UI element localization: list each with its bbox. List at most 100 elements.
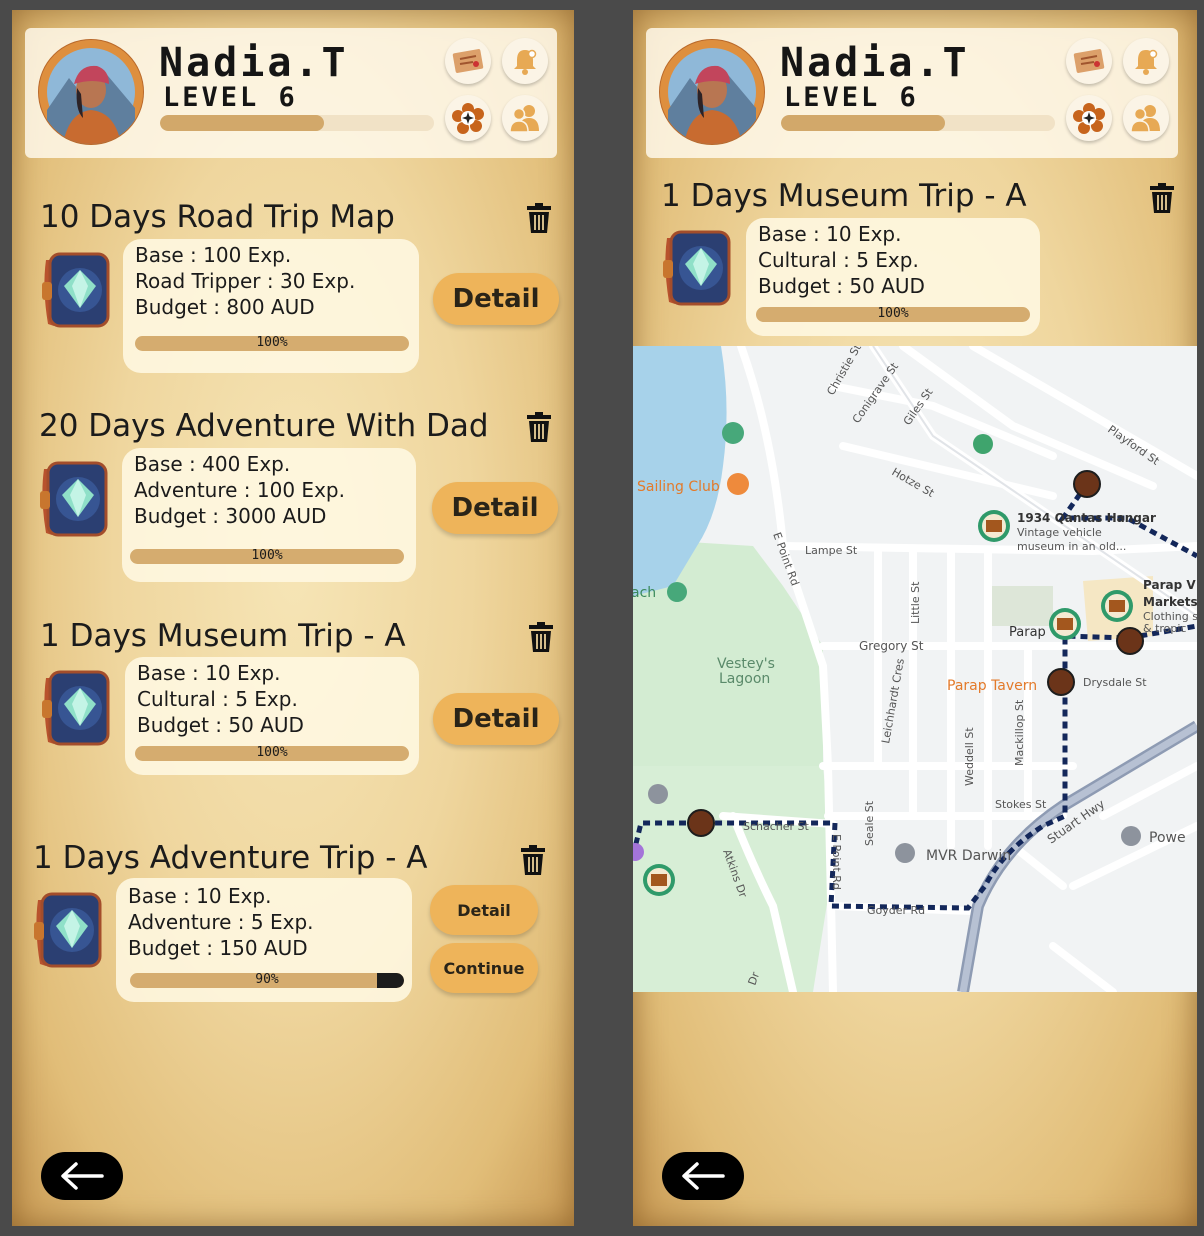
trip-info-card: Base : 10 Exp. Adventure : 5 Exp. Budget… [116, 878, 412, 1002]
trash-icon[interactable] [524, 411, 554, 443]
back-button[interactable] [662, 1152, 744, 1200]
street-label: Gregory St [859, 639, 924, 653]
trip-detail-screen: Nadia.T LEVEL 6 1 Days Museum Trip - A B… [633, 10, 1197, 1226]
route-stop[interactable] [1047, 668, 1075, 696]
journal-book-icon [663, 230, 731, 306]
trip-title: 1 Days Adventure Trip - A [33, 840, 428, 876]
trip-title: 1 Days Museum Trip - A [40, 618, 406, 654]
trip-progress-bar: 100% [135, 336, 409, 351]
trash-icon[interactable] [524, 202, 554, 234]
user-level: LEVEL 6 [784, 82, 919, 113]
journal-book-icon [40, 461, 108, 537]
map-label: Parap Tavern [947, 678, 1037, 694]
map-label: Markets [1143, 595, 1197, 609]
street-label: E Point Rd [830, 834, 843, 890]
museum-marker[interactable] [1101, 590, 1133, 622]
avatar[interactable] [39, 40, 143, 144]
detail-button[interactable]: Detail [432, 482, 558, 534]
trip-progress-bar: 100% [130, 549, 404, 564]
user-name: Nadia.T [780, 40, 970, 86]
street-label: Lampe St [805, 544, 858, 557]
avatar[interactable] [660, 40, 764, 144]
continue-button[interactable]: Continue [430, 943, 538, 993]
shop-poi-icon[interactable] [722, 422, 744, 444]
map-label: Vintage vehicle [1017, 526, 1102, 539]
park-poi-icon[interactable] [667, 582, 687, 602]
route-stop[interactable] [1073, 470, 1101, 498]
compass-icon[interactable] [1066, 95, 1112, 141]
trip-title: 1 Days Museum Trip - A [661, 178, 1027, 214]
friends-icon[interactable] [1123, 95, 1169, 141]
xp-progress-bar [781, 115, 1055, 131]
trip-title: 20 Days Adventure With Dad [39, 408, 489, 444]
trash-icon[interactable] [1147, 182, 1177, 214]
base-exp: Base : 10 Exp. [128, 884, 272, 908]
trip-progress-bar: 90% [130, 973, 404, 988]
budget: Budget : 150 AUD [128, 936, 308, 960]
map-label: MVR Darwin [926, 848, 1011, 864]
bank-poi-icon[interactable] [1121, 826, 1141, 846]
map-label: Parap [1009, 625, 1046, 640]
trash-icon[interactable] [518, 844, 548, 876]
street-label: Seale St [863, 800, 876, 846]
street-label: Stokes St [995, 798, 1047, 811]
detail-button[interactable]: Detail [433, 693, 559, 745]
user-name: Nadia.T [159, 40, 349, 86]
museum-marker[interactable] [643, 864, 675, 896]
trip-info-card: Base : 100 Exp. Road Tripper : 30 Exp. B… [123, 239, 419, 373]
map-label: ach [633, 585, 656, 601]
route-stop[interactable] [687, 809, 715, 837]
bell-icon[interactable] [502, 38, 548, 84]
map-label: Parap V [1143, 578, 1196, 592]
journal-book-icon [42, 670, 110, 746]
bell-icon[interactable] [1123, 38, 1169, 84]
park-area [988, 586, 1053, 626]
museum-marker[interactable] [978, 510, 1010, 542]
museum-poi-icon[interactable] [895, 843, 915, 863]
place-poi-icon[interactable] [973, 434, 993, 454]
scroll-map-icon[interactable] [445, 38, 491, 84]
detail-button[interactable]: Detail [433, 273, 559, 325]
progress-label: 90% [255, 973, 279, 987]
back-button[interactable] [41, 1152, 123, 1200]
xp-progress-fill [781, 115, 946, 131]
trip-list-screen: Nadia.T LEVEL 6 10 Days Road Trip Map Ba… [12, 10, 574, 1226]
budget: Budget : 50 AUD [758, 274, 925, 298]
street-label: Leichhardt Cres [879, 657, 907, 744]
street-label: Goyder Rd [867, 904, 925, 917]
route-map[interactable]: Sailing Club ach Vestey's Lagoon 1934 Qa… [633, 346, 1197, 992]
map-label: Vestey's [717, 656, 775, 672]
friends-icon[interactable] [502, 95, 548, 141]
map-label: 1934 Qantas Hangar [1017, 511, 1156, 525]
bonus-exp: Adventure : 5 Exp. [128, 910, 314, 934]
arrow-left-icon [682, 1162, 725, 1190]
journal-book-icon [42, 252, 110, 328]
map-label: Powe [1149, 830, 1186, 846]
restaurant-poi-icon[interactable] [727, 473, 749, 495]
map-label: Lagoon [719, 671, 770, 687]
compass-icon[interactable] [445, 95, 491, 141]
trip-title: 10 Days Road Trip Map [40, 199, 395, 235]
trash-icon[interactable] [526, 621, 556, 653]
street-label: Drysdale St [1083, 676, 1147, 689]
place-poi-icon[interactable] [648, 784, 668, 804]
base-exp: Base : 100 Exp. [135, 243, 292, 267]
trip-progress-bar: 100% [135, 746, 409, 761]
street-label: Schacher St [743, 820, 810, 833]
arrow-left-icon [61, 1162, 104, 1190]
detail-button[interactable]: Detail [430, 885, 538, 935]
museum-marker[interactable] [1049, 608, 1081, 640]
xp-progress-fill [160, 115, 325, 131]
street-label: Mackillop St [1013, 699, 1026, 766]
bonus-exp: Road Tripper : 30 Exp. [135, 269, 356, 293]
trip-progress-bar: 100% [756, 307, 1030, 322]
bonus-exp: Cultural : 5 Exp. [137, 687, 298, 711]
map-label: & tropic [1143, 622, 1186, 635]
trip-info-card: Base : 10 Exp. Cultural : 5 Exp. Budget … [125, 657, 419, 775]
bonus-exp: Cultural : 5 Exp. [758, 248, 919, 272]
budget: Budget : 50 AUD [137, 713, 304, 737]
profile-header: Nadia.T LEVEL 6 [25, 28, 557, 158]
scroll-map-icon[interactable] [1066, 38, 1112, 84]
profile-header: Nadia.T LEVEL 6 [646, 28, 1178, 158]
route-stop[interactable] [1116, 627, 1144, 655]
